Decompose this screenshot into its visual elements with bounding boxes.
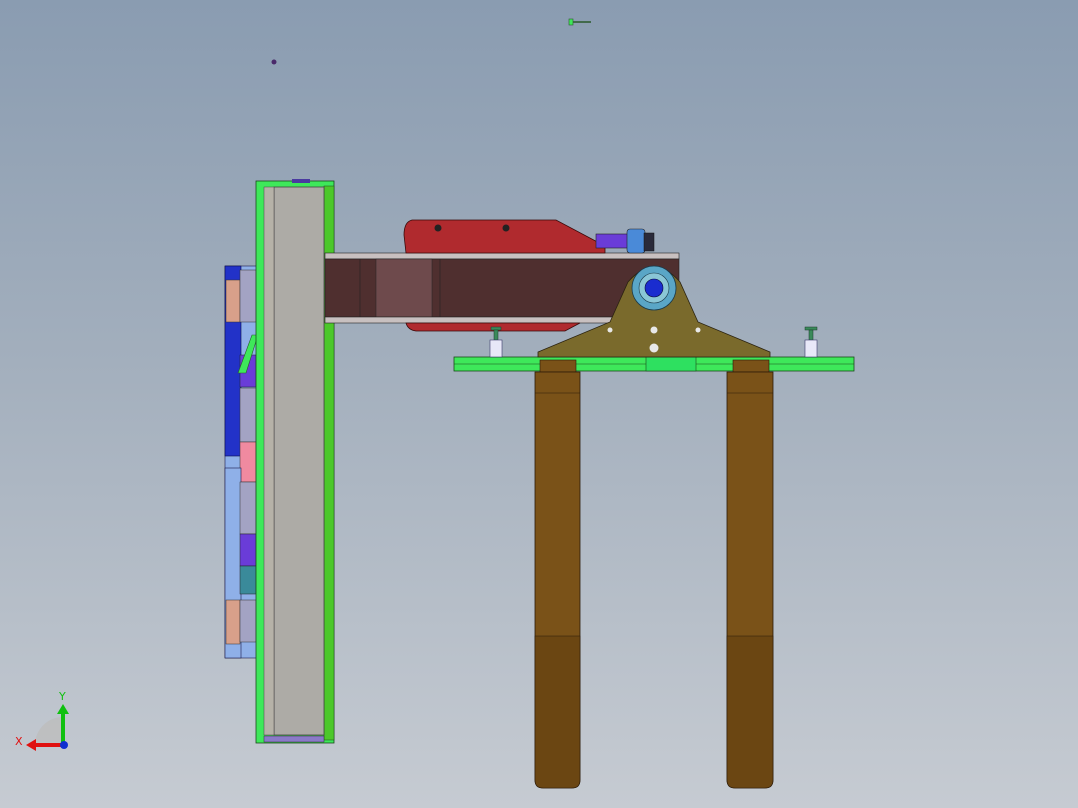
cylinder-bolt-1 xyxy=(434,224,442,232)
y-axis-label: Y xyxy=(58,690,66,703)
fork-left-hook xyxy=(539,359,577,373)
plate-face xyxy=(273,186,325,736)
cad-model-view[interactable]: Y X xyxy=(0,0,1078,808)
x-axis-arrow xyxy=(26,739,36,751)
coordinate-triad: Y X xyxy=(15,690,69,751)
z-axis-dot xyxy=(60,741,68,749)
cylinder-rod xyxy=(595,233,631,249)
fork-right-hook xyxy=(732,359,770,373)
back-side-panel-3 xyxy=(239,481,257,535)
cylinder-end-fitting xyxy=(626,228,646,254)
cylinder-bolt-2 xyxy=(502,224,510,232)
locking-pin-right[interactable] xyxy=(804,326,818,358)
plate-bottom-cap xyxy=(263,735,325,743)
back-pink-block xyxy=(239,441,257,483)
point-marker[interactable] xyxy=(271,59,277,65)
cad-viewport[interactable]: Y X xyxy=(0,0,1078,808)
back-side-panel-1 xyxy=(239,269,257,323)
back-side-panel-4 xyxy=(239,599,257,643)
plate-inner-strip xyxy=(263,186,275,736)
beam-highlight xyxy=(375,258,433,318)
fork-carriage[interactable] xyxy=(453,356,855,372)
fork-right[interactable] xyxy=(726,359,774,789)
back-cylinder-2 xyxy=(239,533,257,567)
beam-bottom-flange xyxy=(324,316,626,324)
mounting-plate[interactable] xyxy=(255,179,335,744)
x-axis-label: X xyxy=(15,735,23,748)
back-side-panel-2 xyxy=(239,387,257,443)
bearing-inner xyxy=(644,278,664,298)
carriage-center-block xyxy=(645,356,697,372)
triad-arc xyxy=(35,717,63,745)
back-tan-block-1 xyxy=(225,279,241,323)
back-components[interactable] xyxy=(224,265,259,659)
y-axis-arrow xyxy=(57,704,69,714)
back-tan-block-2 xyxy=(225,599,241,645)
plate-top-cap xyxy=(292,179,310,183)
fork-left[interactable] xyxy=(534,359,581,789)
beam-top-flange xyxy=(324,252,680,260)
dimension-marker[interactable] xyxy=(568,18,591,26)
bracket-hole-2 xyxy=(650,326,658,334)
locking-pin-left[interactable] xyxy=(489,326,503,358)
back-teal-block xyxy=(239,565,257,595)
bracket-hole-3 xyxy=(695,327,701,333)
bracket-hole-1 xyxy=(607,327,613,333)
cylinder-end-nut xyxy=(643,232,655,252)
bracket-hole-4 xyxy=(649,343,659,353)
